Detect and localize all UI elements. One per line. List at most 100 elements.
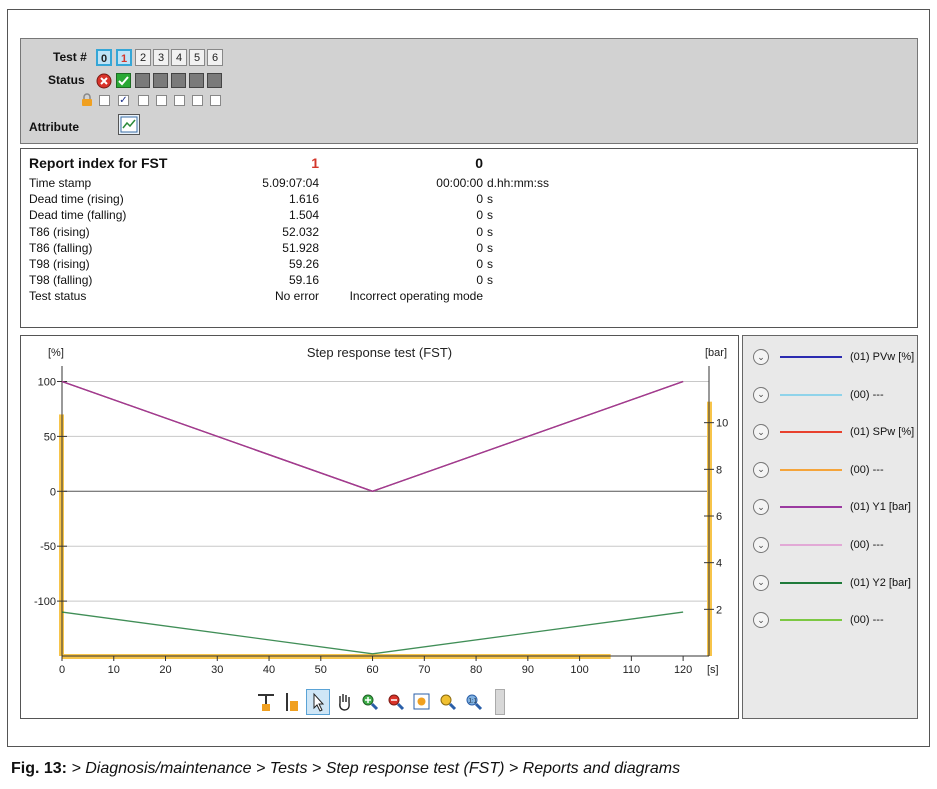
lock-checkbox-2[interactable] [138,95,149,106]
legend-label: (00) --- [850,388,884,401]
chevron-down-icon[interactable]: ⌄ [753,349,769,365]
report-row-value-0: 0 [476,240,483,255]
zoom-in-tool[interactable] [358,689,382,715]
test-button-0[interactable]: 0 [96,49,112,66]
report-row-value-1: 5.09:07:04 [262,176,319,190]
legend-item[interactable]: ⌄ (00) --- [753,535,884,555]
toolbar-grip[interactable] [495,689,505,715]
report-row-value-1: 51.928 [282,240,319,255]
chevron-down-icon[interactable]: ⌄ [753,461,769,478]
report-row-value-1: 59.16 [288,273,319,288]
legend-item[interactable]: ⌄ (01) Y2 [bar] [753,573,911,593]
lock-icon [82,93,92,106]
test-button-3[interactable]: 3 [153,49,169,66]
test-button-6[interactable]: 6 [207,49,223,66]
chevron-down-icon[interactable]: ⌄ [753,537,769,553]
report-header: Report index for FST 1 0 [21,155,919,171]
lock-checkbox-4[interactable] [174,95,185,106]
svg-text:1:1: 1:1 [469,699,478,705]
zoom-reset-tool[interactable]: 1:1 [462,689,486,715]
legend-item[interactable]: ⌄ (00) --- [753,460,884,480]
x-tick-label: 40 [263,664,275,676]
caption-prefix: Fig. 13: [11,760,68,777]
zoom-1-1-icon: 1:1 [466,694,483,711]
legend-item[interactable]: ⌄ (00) --- [753,385,884,405]
x-tick-label: 100 [570,664,588,676]
y-tick-label-left: -50 [40,541,56,553]
zoom-area-tool[interactable] [436,689,460,715]
zoom-fit-tool[interactable] [410,689,434,715]
x-axis-label: [s] [707,664,719,676]
y-tick-label-left: -100 [34,596,56,608]
zoom-area-icon [440,694,457,711]
x-tick-label: 50 [315,664,327,676]
cursor-lock-tool[interactable] [254,689,278,715]
status-3 [153,73,168,88]
zoom-out-tool[interactable] [384,689,408,715]
y-tick-label-right: 2 [716,604,722,616]
lock-checkbox-1[interactable]: ✓ [118,95,129,106]
legend-item[interactable]: ⌄ (01) PVw [%] [753,347,914,367]
status-2 [135,73,150,88]
report-row-label: T86 (rising) [29,224,90,239]
legend-swatch [780,431,842,434]
lock-checkbox-0[interactable] [99,95,110,106]
test-button-4[interactable]: 4 [171,49,187,66]
chevron-down-icon[interactable]: ⌄ [753,386,769,403]
report-row-value-0: 0 [476,257,483,271]
report-row-value-1: 1.616 [288,192,319,207]
figure-caption: Fig. 13: > Diagnosis/maintenance > Tests… [11,760,680,778]
y-tick-label-right: 4 [716,558,722,570]
legend-label: (01) PVw [%] [850,351,915,363]
report-row-label: Dead time (falling) [29,208,127,223]
x-tick-label: 0 [59,664,65,676]
test-selection-panel: Test # 0 1 2 3 4 5 6 Status ✓ Attribute [20,38,918,144]
legend-item[interactable]: ⌄ (01) SPw [%] [753,422,914,442]
x-tick-label: 90 [522,664,534,676]
report-row-value-0: 0 [476,273,483,288]
lock-checkbox-3[interactable] [156,95,167,106]
step-response-chart: 100 50 0 -50 -100 2 4 6 8 10 0 10 20 30 40 50 60 70 80 90 10… [20,335,739,719]
legend-swatch [780,393,842,396]
report-row-label: T86 (falling) [29,240,93,255]
legend-label: (00) --- [850,539,884,551]
status-4 [171,73,186,88]
lock-checkbox-6[interactable] [210,95,221,106]
hand-icon [339,694,350,711]
horizontal-cursor-icon [258,694,274,711]
chevron-down-icon[interactable]: ⌄ [753,424,769,441]
legend-item[interactable]: ⌄ (00) --- [753,610,884,630]
test-button-5[interactable]: 5 [189,49,205,66]
chart-title: Step response test (FST) [307,345,452,360]
toolbar-scroll-handle[interactable] [488,689,512,715]
attribute-button[interactable] [118,114,140,135]
report-row: Time stamp 5.09:07:04 00:00:00 d.hh:mm:ss [21,176,919,192]
y-tick-label-right: 8 [716,464,722,476]
caption-text: > Diagnosis/maintenance > Tests > Step r… [67,760,681,777]
report-row-label: Dead time (rising) [29,192,124,207]
test-button-1[interactable]: 1 [116,49,132,66]
y-axis-label-left: [%] [48,347,64,359]
report-col-0: 0 [475,155,483,171]
test-button-2[interactable]: 2 [135,49,151,66]
chevron-down-icon[interactable]: ⌄ [753,499,769,516]
legend-item[interactable]: ⌄ (01) Y1 [bar] [753,497,911,517]
y-tick-label-left: 50 [44,431,56,443]
chart-toolbar: 1:1 [254,689,512,717]
chevron-down-icon[interactable]: ⌄ [753,574,769,591]
x-tick-label: 110 [623,664,641,676]
lock-checkbox-5[interactable] [192,95,203,106]
report-row-value-0: 0 [476,192,483,207]
chevron-down-icon[interactable]: ⌄ [753,612,769,629]
report-row-value-1: 59.26 [288,257,319,271]
vertical-cursor-tool[interactable] [280,689,304,715]
zoom-fit-icon [413,693,430,710]
status-label: Status [48,73,85,87]
select-tool[interactable] [306,689,330,715]
report-row-value-0: 00:00:00 [436,176,483,190]
y-tick-label-right: 6 [716,511,722,523]
x-tick-label: 70 [418,664,430,676]
report-row-unit: s [487,208,493,223]
pan-tool[interactable] [332,689,356,715]
x-tick-label: 10 [108,664,120,676]
